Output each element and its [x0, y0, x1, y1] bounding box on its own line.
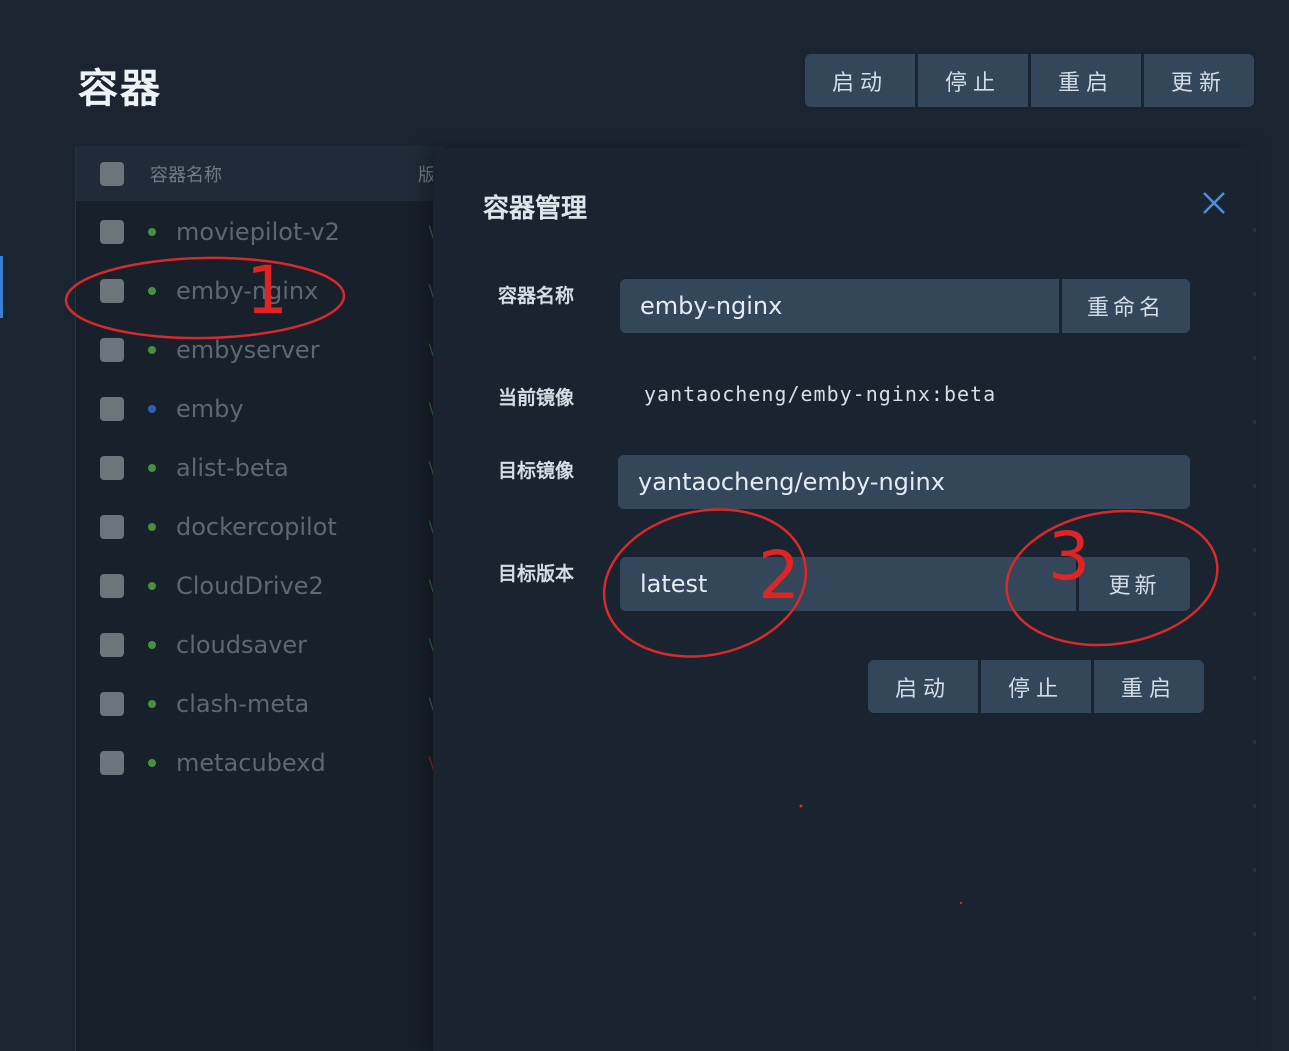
table-row[interactable]: metacubexd \ — [76, 733, 446, 792]
table-row[interactable]: alist-beta \ — [76, 438, 446, 497]
container-name: emby — [176, 394, 244, 423]
table-row[interactable]: dockercopilot \ — [76, 497, 446, 556]
table-row[interactable]: clash-meta \ — [76, 674, 446, 733]
container-name: cloudsaver — [176, 630, 308, 659]
stop-button[interactable]: 停止 — [918, 54, 1028, 107]
row-checkbox[interactable] — [100, 573, 124, 598]
status-dot-icon — [148, 286, 156, 295]
row-checkbox[interactable] — [100, 691, 124, 716]
row-checkbox[interactable] — [100, 632, 124, 657]
annotation-number-3: 3 — [1048, 518, 1090, 595]
annotation-number-2: 2 — [758, 537, 800, 614]
current-image-label: 当前镜像 — [498, 387, 575, 409]
status-dot-icon — [148, 640, 156, 649]
container-name: embyserver — [176, 335, 320, 364]
current-image-value: yantaocheng/emby-nginx:beta — [644, 382, 997, 406]
top-action-group: 启动 停止 重启 更新 — [805, 54, 1254, 107]
annotation-number-1: 1 — [246, 252, 288, 329]
dialog-restart-button[interactable]: 重启 — [1094, 660, 1204, 713]
dialog-start-button[interactable]: 启动 — [868, 660, 978, 713]
restart-button[interactable]: 重启 — [1031, 54, 1141, 107]
table-row[interactable]: CloudDrive2 \ — [76, 556, 446, 615]
dialog-stop-button[interactable]: 停止 — [981, 660, 1091, 713]
status-dot-icon — [148, 758, 156, 767]
status-dot-icon — [148, 463, 156, 472]
close-icon[interactable] — [1201, 190, 1227, 216]
row-checkbox[interactable] — [100, 219, 124, 244]
dialog-title: 容器管理 — [483, 194, 588, 224]
target-image-input[interactable]: yantaocheng/emby-nginx — [618, 455, 1190, 509]
target-version-value: latest — [640, 570, 708, 598]
table-row[interactable]: cloudsaver \ — [76, 615, 446, 674]
row-checkbox[interactable] — [100, 455, 124, 480]
dialog-action-group: 启动 停止 重启 — [868, 660, 1204, 713]
status-dot-icon — [148, 345, 156, 354]
status-dot-icon — [148, 404, 156, 413]
column-header-name: 容器名称 — [150, 164, 222, 186]
status-dot-icon — [148, 227, 156, 236]
version-update-button[interactable]: 更新 — [1076, 557, 1190, 611]
page-title: 容器 — [78, 66, 162, 112]
dialog-scroll-edge — [1253, 168, 1256, 1028]
container-name: alist-beta — [176, 453, 289, 482]
row-checkbox[interactable] — [100, 396, 124, 421]
row-checkbox[interactable] — [100, 337, 124, 362]
container-name: clash-meta — [176, 689, 310, 718]
select-all-checkbox[interactable] — [100, 161, 124, 186]
container-management-dialog: 容器管理 容器名称 emby-nginx 重命名 当前镜像 yantaochen… — [433, 148, 1256, 1051]
container-name: moviepilot-v2 — [176, 217, 340, 246]
page: 容器 启动 停止 重启 更新 容器名称 版 moviepilot-v2 \ emby… — [0, 0, 1289, 1051]
container-name-value: emby-nginx — [640, 292, 783, 320]
status-dot-icon — [148, 699, 156, 708]
table-row[interactable]: emby \ — [76, 379, 446, 438]
table-header: 容器名称 版 — [76, 146, 446, 201]
sidebar-active-indicator — [0, 256, 3, 318]
target-version-label: 目标版本 — [498, 563, 575, 585]
update-button[interactable]: 更新 — [1144, 54, 1254, 107]
status-dot-icon — [148, 581, 156, 590]
container-name: metacubexd — [176, 748, 326, 777]
container-name: dockercopilot — [176, 512, 337, 541]
target-image-label: 目标镜像 — [498, 460, 575, 482]
row-checkbox[interactable] — [100, 278, 124, 303]
status-dot-icon — [148, 522, 156, 531]
row-checkbox[interactable] — [100, 514, 124, 539]
start-button[interactable]: 启动 — [805, 54, 915, 107]
container-name: CloudDrive2 — [176, 571, 324, 600]
target-image-value: yantaocheng/emby-nginx — [638, 468, 945, 496]
row-checkbox[interactable] — [100, 750, 124, 775]
container-name-label: 容器名称 — [498, 285, 575, 307]
rename-button[interactable]: 重命名 — [1059, 279, 1190, 333]
